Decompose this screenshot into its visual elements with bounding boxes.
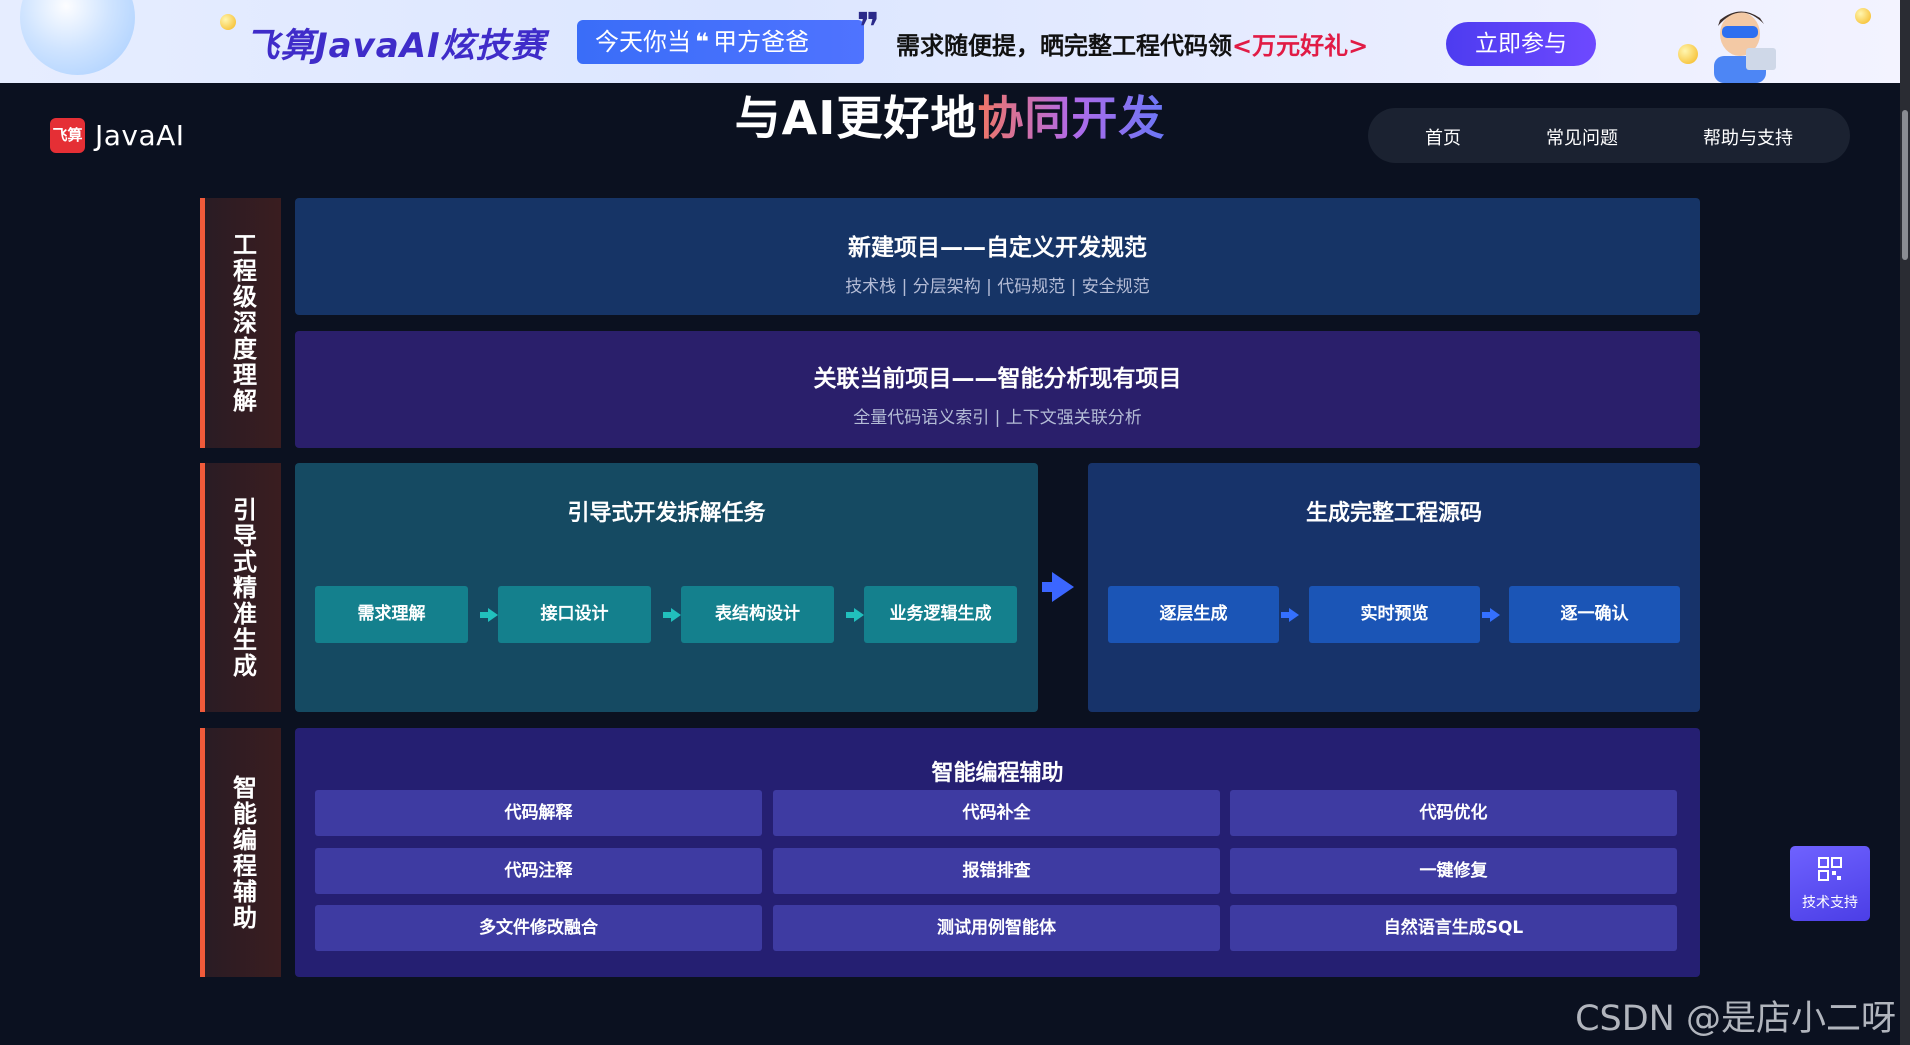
step-logic: 业务逻辑生成 xyxy=(864,586,1017,643)
tech-support-button[interactable]: 技术支持 xyxy=(1790,846,1870,921)
contest-title: 飞算JavaAI炫技赛 xyxy=(245,26,546,66)
arrow-right-icon xyxy=(1482,608,1500,622)
step-layered: 逐层生成 xyxy=(1108,586,1279,643)
card-title: 引导式开发拆解任务 xyxy=(567,501,766,526)
banner-desc-text: 需求随便提，晒完整工程代码领 xyxy=(896,32,1232,60)
watermark: CSDN @是店小二呀 xyxy=(1575,999,1896,1039)
mascot-icon xyxy=(1714,11,1776,83)
card-title: 关联当前项目——智能分析现有项目 xyxy=(813,366,1182,392)
card-link-project: 关联当前项目——智能分析现有项目 全量代码语义索引 | 上下文强关联分析 xyxy=(295,331,1700,448)
section-label-text: 工程级深度理解 xyxy=(228,232,257,414)
card-assist: 智能编程辅助 代码解释 代码补全 代码优化 代码注释 报错排查 一键修复 多文件… xyxy=(295,728,1700,977)
feature-tile: 代码补全 xyxy=(773,790,1220,836)
slogan-text: 今天你当 xyxy=(595,28,691,56)
section-label-text: 引导式精准生成 xyxy=(228,496,257,679)
section-label-assist: 智能编程辅助 xyxy=(200,728,281,977)
feature-tile: 自然语言生成SQL xyxy=(1230,905,1677,951)
card-subtitle: 全量代码语义索引 | 上下文强关联分析 xyxy=(853,408,1142,428)
section-label-text: 智能编程辅助 xyxy=(228,774,257,931)
feature-tile: 测试用例智能体 xyxy=(773,905,1220,951)
banner-description: 需求随便提，晒完整工程代码领<万元好礼> xyxy=(896,26,1368,61)
banner-desc-highlight: <万元好礼> xyxy=(1232,32,1369,60)
card-new-project: 新建项目——自定义开发规范 技术栈 | 分层架构 | 代码规范 | 安全规范 xyxy=(295,198,1700,315)
card-subtitle: 技术栈 | 分层架构 | 代码规范 | 安全规范 xyxy=(845,277,1150,297)
card-title: 智能编程辅助 xyxy=(931,761,1064,786)
arrow-right-icon xyxy=(663,608,681,622)
join-now-button[interactable]: 立即参与 xyxy=(1446,22,1596,66)
quote-close-icon: ❞ xyxy=(856,5,880,51)
card-title: 生成完整工程源码 xyxy=(1305,501,1482,526)
step-preview: 实时预览 xyxy=(1309,586,1480,643)
card-guided-tasks: 引导式开发拆解任务 需求理解 接口设计 表结构设计 业务逻辑生成 xyxy=(295,463,1038,712)
coin-icon xyxy=(1855,8,1871,24)
feature-tile: 一键修复 xyxy=(1230,848,1677,894)
top-nav: 首页 常见问题 帮助与支持 xyxy=(1368,108,1850,163)
feature-tile: 代码解释 xyxy=(315,790,762,836)
feature-tile: 多文件修改融合 xyxy=(315,905,762,951)
feature-tile: 报错排查 xyxy=(773,848,1220,894)
arrow-right-icon xyxy=(480,608,498,622)
hero-title-plain: 与AI更好地 xyxy=(734,91,978,145)
quote-open-icon: ❝ xyxy=(695,28,710,56)
arrow-right-icon xyxy=(1042,572,1074,602)
section-label-guided: 引导式精准生成 xyxy=(200,463,281,712)
scrollbar[interactable] xyxy=(1900,0,1910,1045)
promo-banner[interactable]: 飞算JavaAI炫技赛 今天你当 ❝ 甲方爸爸 ❞ 需求随便提，晒完整工程代码领<万… xyxy=(0,0,1900,83)
slogan-pill: 今天你当 ❝ 甲方爸爸 ❞ xyxy=(577,6,880,64)
nav-item-faq[interactable]: 常见问题 xyxy=(1546,124,1618,150)
step-requirement: 需求理解 xyxy=(315,586,468,643)
step-confirm: 逐一确认 xyxy=(1509,586,1680,643)
arrow-right-icon xyxy=(1281,608,1299,622)
step-table: 表结构设计 xyxy=(681,586,834,643)
section-label-deep: 工程级深度理解 xyxy=(200,198,281,448)
qr-code-icon xyxy=(1818,857,1842,881)
arrow-right-icon xyxy=(846,608,864,622)
slogan-highlight: 甲方爸爸 xyxy=(713,28,810,56)
feature-tile: 代码注释 xyxy=(315,848,762,894)
card-title: 新建项目——自定义开发规范 xyxy=(848,235,1147,261)
scrollbar-thumb[interactable] xyxy=(1902,110,1908,260)
tech-support-label: 技术支持 xyxy=(1802,895,1858,911)
nav-item-home[interactable]: 首页 xyxy=(1425,124,1461,150)
feature-tile: 代码优化 xyxy=(1230,790,1677,836)
decorative-orb xyxy=(20,0,135,75)
card-generate-source: 生成完整工程源码 逐层生成 实时预览 逐一确认 xyxy=(1088,463,1700,712)
nav-item-help[interactable]: 帮助与支持 xyxy=(1703,124,1793,150)
step-interface: 接口设计 xyxy=(498,586,651,643)
hero-title-gradient: 协同开发 xyxy=(977,91,1166,145)
coin-icon xyxy=(220,14,236,30)
